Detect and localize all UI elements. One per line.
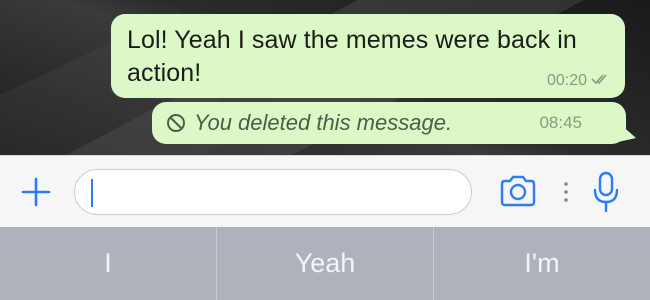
text-caret	[91, 179, 93, 207]
more-dots-icon[interactable]	[563, 180, 569, 204]
predictive-text-bar: I Yeah I'm	[0, 227, 650, 300]
double-check-icon	[591, 72, 611, 90]
prediction-suggestion[interactable]: Yeah	[217, 227, 433, 300]
message-time: 08:45	[539, 113, 582, 132]
camera-icon[interactable]	[498, 174, 538, 208]
plus-icon[interactable]	[20, 176, 52, 208]
message-bubble-sent[interactable]: Lol! Yeah I saw the memes were back in a…	[111, 14, 625, 98]
deleted-icon	[166, 113, 186, 133]
prediction-suggestion[interactable]: I	[0, 227, 216, 300]
message-input-bar	[0, 155, 650, 227]
message-time: 00:20	[546, 72, 587, 89]
bubble-tail	[618, 122, 636, 142]
deleted-message-text: You deleted this message.	[194, 110, 453, 135]
message-input[interactable]	[74, 169, 472, 215]
message-meta: 00:20	[547, 72, 611, 90]
message-text: Lol! Yeah I saw the memes were back in a…	[127, 26, 577, 87]
prediction-suggestion[interactable]: I'm	[434, 227, 650, 300]
message-bubble-deleted[interactable]: You deleted this message. 08:45	[152, 102, 626, 144]
chat-area: Lol! Yeah I saw the memes were back in a…	[0, 0, 650, 155]
microphone-icon[interactable]	[591, 170, 621, 214]
